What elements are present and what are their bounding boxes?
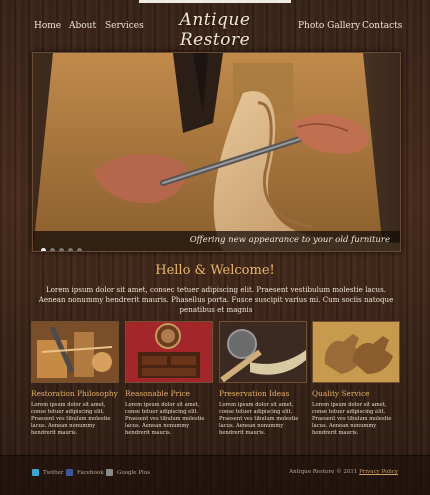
- hero-slider[interactable]: Offering new appearance to your old furn…: [32, 52, 401, 252]
- facebook-icon: [66, 469, 73, 476]
- hero-image-craftsman: [33, 53, 400, 251]
- copyright: Antique Restore © 2011 Privacy Policy: [289, 469, 398, 475]
- google-plus-link[interactable]: Google Plus: [106, 469, 150, 476]
- nav-services[interactable]: Services: [105, 21, 144, 31]
- site-logo[interactable]: Antique Restore: [155, 10, 275, 50]
- copyright-text: Antique Restore © 2011: [289, 469, 358, 475]
- feature-card-restoration: Restoration Philosophy Lorem ipsum dolor…: [31, 321, 119, 437]
- twitter-link[interactable]: Twitter: [32, 469, 63, 476]
- nav-contacts[interactable]: Contacts: [362, 21, 402, 31]
- tools-thumbnail[interactable]: [31, 321, 119, 383]
- slider-pagination: [41, 238, 86, 251]
- slider-dot-4[interactable]: [68, 248, 73, 251]
- measuring-tape-thumbnail[interactable]: [219, 321, 307, 383]
- card-title[interactable]: Reasonable Price: [125, 389, 213, 398]
- feature-card-price: Reasonable Price Lorem ipsum dolor sit a…: [125, 321, 213, 437]
- slider-dot-2[interactable]: [50, 248, 55, 251]
- twitter-icon: [32, 469, 39, 476]
- site-footer: Twitter Facebook Google Plus Antique Res…: [0, 455, 430, 495]
- slider-dot-5[interactable]: [77, 248, 82, 251]
- google-plus-icon: [106, 469, 113, 476]
- feature-card-preservation: Preservation Ideas Lorem ipsum dolor sit…: [219, 321, 307, 437]
- nav-photo-gallery[interactable]: Photo Gallery: [298, 21, 360, 31]
- logo-top-bar: [139, 0, 291, 3]
- card-text: Lorem ipsum dolor sit amet, conse tetuer…: [31, 402, 111, 436]
- nav-home[interactable]: Home: [34, 21, 61, 31]
- card-text: Lorem ipsum dolor sit amet, conse tetuer…: [312, 402, 392, 436]
- privacy-policy-link[interactable]: Privacy Policy: [359, 469, 398, 475]
- facebook-link[interactable]: Facebook: [66, 469, 104, 476]
- slider-dot-3[interactable]: [59, 248, 64, 251]
- slider-dot-1[interactable]: [41, 248, 46, 251]
- facebook-label: Facebook: [77, 470, 104, 476]
- card-text: Lorem ipsum dolor sit amet, conse tetuer…: [125, 402, 205, 436]
- top-navigation: Home About Services Antique Restore Phot…: [0, 0, 430, 52]
- welcome-text: Lorem ipsum dolor sit amet, consec tetue…: [38, 285, 394, 314]
- feature-card-quality: Quality Service Lorem ipsum dolor sit am…: [312, 321, 400, 437]
- card-title[interactable]: Quality Service: [312, 389, 400, 398]
- card-title[interactable]: Preservation Ideas: [219, 389, 307, 398]
- hero-tagline: Offering new appearance to your old furn…: [189, 235, 390, 245]
- gloves-thumbnail[interactable]: [312, 321, 400, 383]
- nav-about[interactable]: About: [69, 21, 96, 31]
- card-text: Lorem ipsum dolor sit amet, conse tetuer…: [219, 402, 299, 436]
- google-plus-label: Google Plus: [117, 470, 151, 476]
- twitter-label: Twitter: [43, 470, 64, 476]
- hero-caption-bar: Offering new appearance to your old furn…: [33, 231, 400, 251]
- card-title[interactable]: Restoration Philosophy: [31, 389, 119, 398]
- welcome-title: Hello & Welcome!: [155, 263, 275, 278]
- furniture-thumbnail[interactable]: [125, 321, 213, 383]
